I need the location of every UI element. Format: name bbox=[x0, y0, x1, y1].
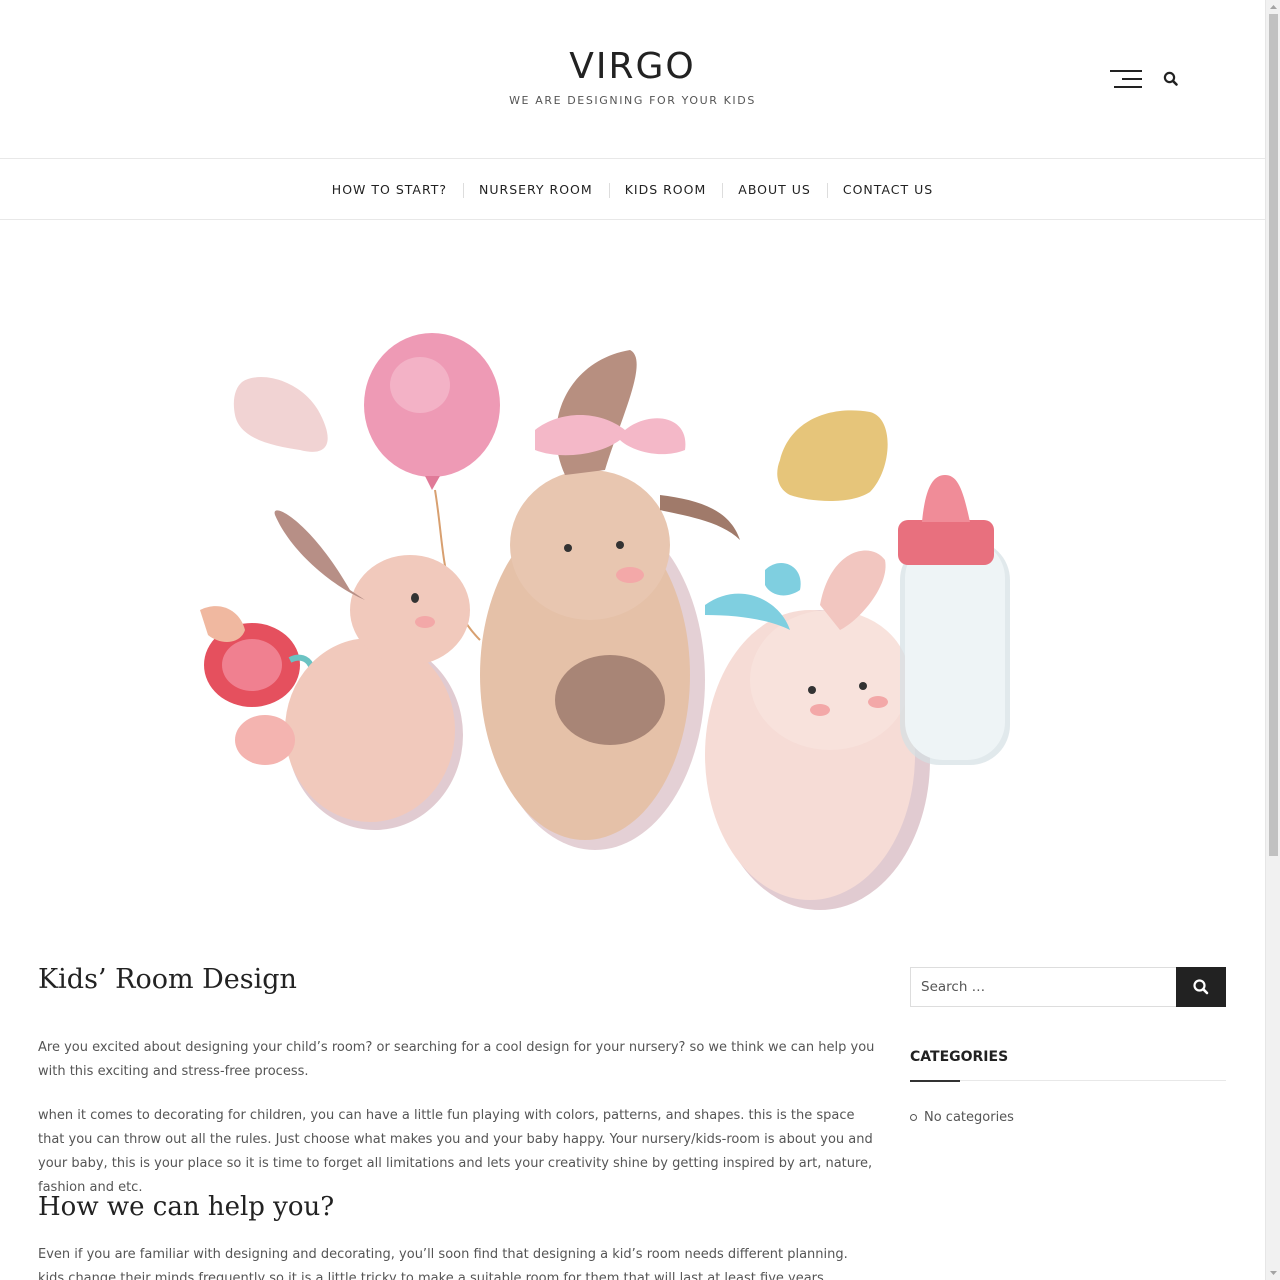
sidebar-search-form bbox=[910, 967, 1226, 1007]
category-list-item: No categories bbox=[910, 1110, 1014, 1125]
search-input[interactable] bbox=[910, 967, 1176, 1007]
widget-divider-accent bbox=[910, 1080, 960, 1082]
nav-item-nursery-room[interactable]: NURSERY ROOM bbox=[463, 182, 609, 198]
page-scrollbar[interactable] bbox=[1265, 0, 1280, 1280]
categories-widget-title: CATEGORIES bbox=[910, 1049, 1009, 1065]
post-paragraph: Are you excited about designing your chi… bbox=[38, 1040, 875, 1079]
scroll-down-arrow-icon[interactable] bbox=[1269, 1268, 1278, 1278]
nav-item-kids-room[interactable]: KIDS ROOM bbox=[608, 182, 723, 198]
post-paragraph: Even if you are familiar with designing … bbox=[38, 1247, 848, 1280]
scroll-up-arrow-icon[interactable] bbox=[1269, 2, 1278, 12]
scrollbar-thumb[interactable] bbox=[1269, 14, 1278, 856]
post-subheading: How we can help you? bbox=[38, 1192, 335, 1222]
circle-bullet-icon bbox=[910, 1114, 917, 1121]
site-title[interactable]: VIRGO bbox=[0, 46, 1265, 87]
bunny-illustration bbox=[200, 333, 1010, 910]
nav-item-about-us[interactable]: ABOUT US bbox=[722, 182, 827, 198]
post-title: Kids’ Room Design bbox=[38, 964, 297, 995]
site-tagline: WE ARE DESIGNING FOR YOUR KIDS bbox=[509, 94, 756, 107]
main-navigation: HOW TO START? NURSERY ROOM KIDS ROOM ABO… bbox=[0, 158, 1265, 220]
nav-item-how-to-start[interactable]: HOW TO START? bbox=[316, 182, 463, 197]
site-header: VIRGO WE ARE DESIGNING FOR YOUR KIDS bbox=[0, 0, 1265, 158]
nav-item-contact-us[interactable]: CONTACT US bbox=[826, 182, 949, 198]
category-empty-label: No categories bbox=[924, 1110, 1014, 1125]
post-paragraph: when it comes to decorating for children… bbox=[38, 1108, 873, 1195]
search-icon[interactable] bbox=[1162, 70, 1180, 88]
search-icon bbox=[1193, 979, 1209, 995]
hamburger-menu-icon[interactable] bbox=[1110, 70, 1142, 90]
search-submit-button[interactable] bbox=[1176, 967, 1226, 1007]
hero-image bbox=[180, 300, 1050, 920]
